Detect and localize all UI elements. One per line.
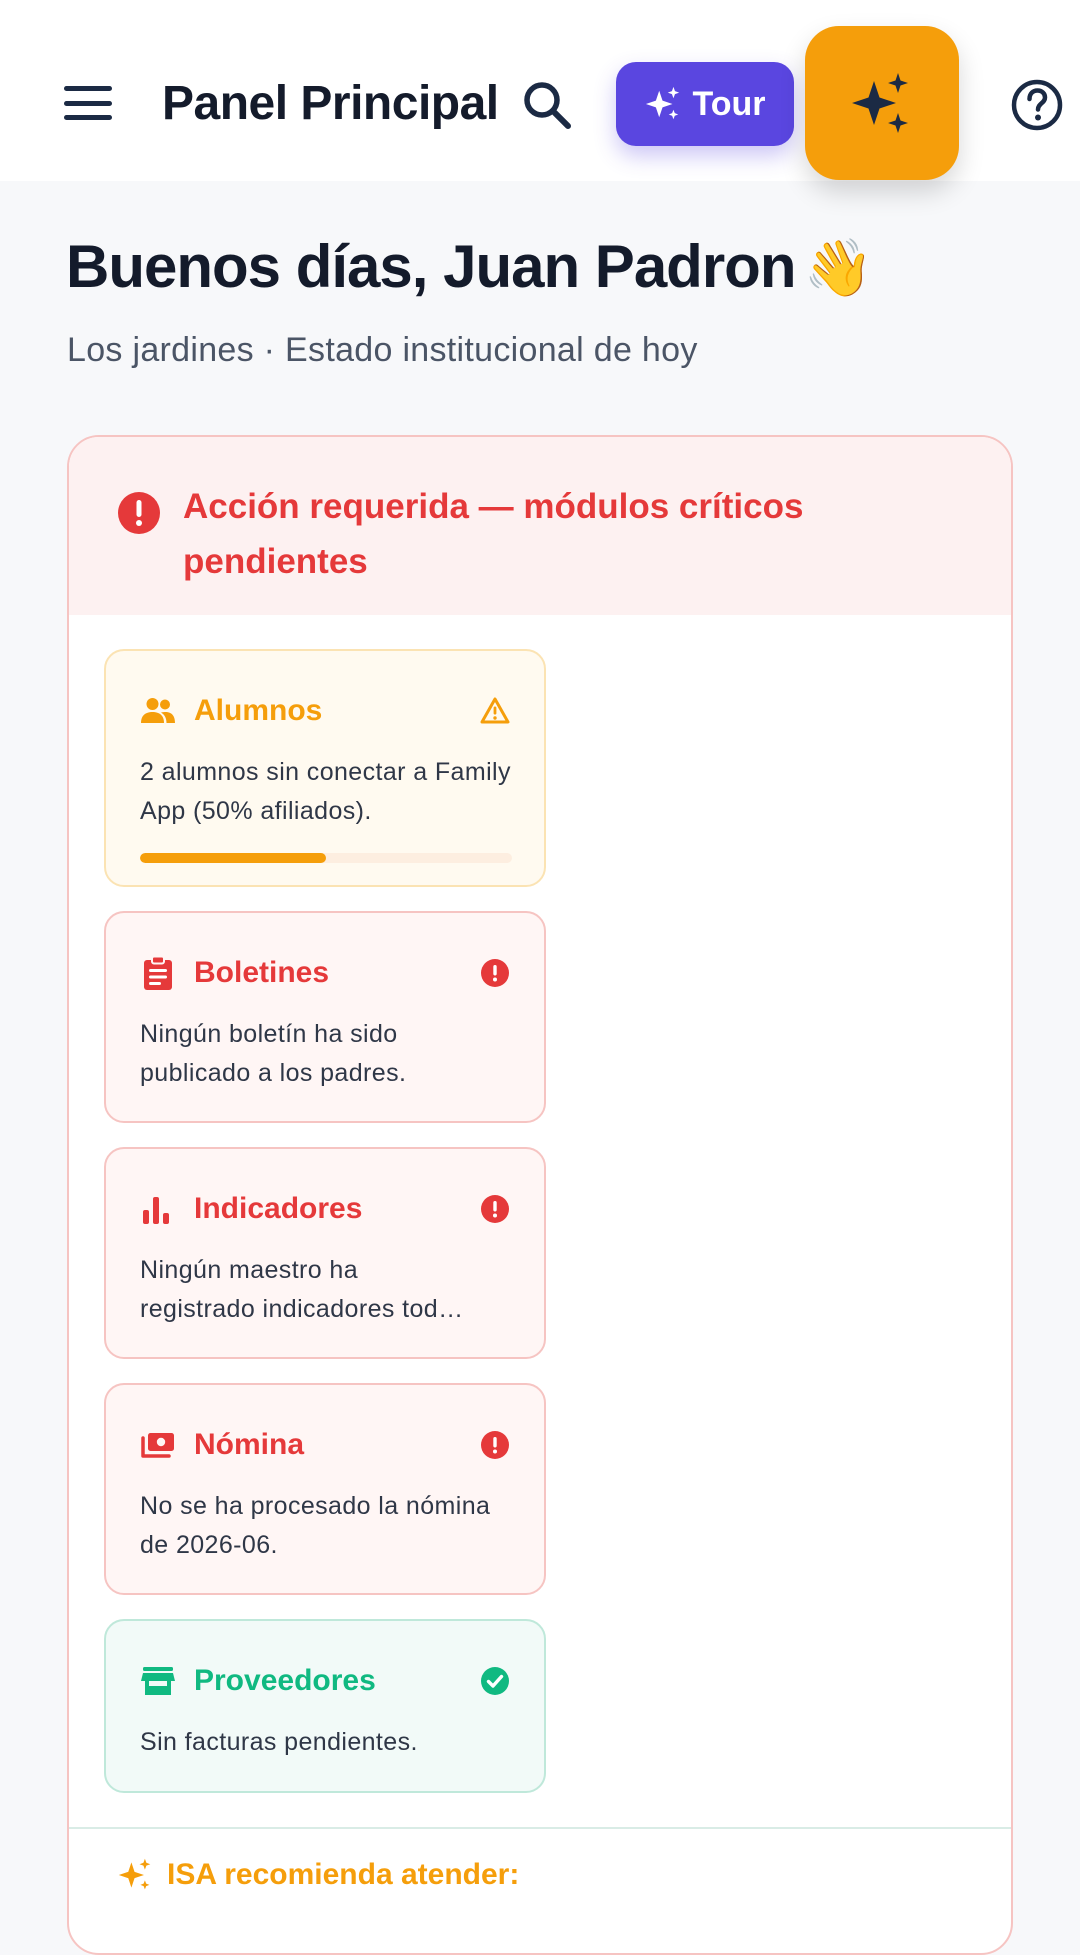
clipboard-icon	[144, 955, 172, 990]
card-description: Ningún boletín ha sido publicado a los p…	[140, 1020, 407, 1087]
progress-fill	[140, 853, 326, 863]
card-description: 2 alumnos sin conectar a Family App (50%…	[140, 758, 511, 825]
module-card-boletines[interactable]: Boletines Ningún boletín ha sido publica…	[104, 911, 546, 1123]
greeting-subtitle: Los jardines · Estado institucional de h…	[67, 331, 698, 369]
sparkle-icon	[118, 1858, 151, 1890]
sparkle-icon	[852, 73, 908, 133]
help-icon[interactable]	[1010, 78, 1064, 132]
bar-chart-icon	[143, 1197, 169, 1224]
store-icon	[141, 1667, 175, 1695]
top-app-bar: Panel Principal Tour	[0, 0, 1080, 181]
affiliation-progress-bar	[140, 853, 512, 863]
alert-icon	[118, 492, 160, 534]
check-circle-icon	[481, 1667, 509, 1695]
payments-icon	[141, 1433, 174, 1458]
module-card-indicadores[interactable]: Indicadores Ningún maestro ha registrado…	[104, 1147, 546, 1359]
isa-recommendation-header: ISA recomienda atender:	[117, 1857, 519, 1893]
card-description: No se ha procesado la nómina de 2026-06.	[140, 1492, 491, 1559]
card-title: Boletines	[194, 956, 330, 989]
waving-hand-emoji: 👋	[803, 236, 874, 299]
module-card-proveedores[interactable]: Proveedores Sin facturas pendientes.	[104, 1619, 546, 1793]
module-card-nomina[interactable]: Nómina No se ha procesado la nómina de 2…	[104, 1383, 546, 1595]
error-icon	[481, 959, 509, 987]
greeting-text: Buenos días, Juan Padron	[66, 233, 796, 300]
tour-button[interactable]: Tour	[616, 62, 794, 146]
card-title: Indicadores	[194, 1192, 363, 1225]
error-icon	[481, 1195, 509, 1223]
error-icon	[481, 1431, 509, 1459]
panel-header: Acción requerida — módulos críticos pend…	[69, 437, 1011, 615]
divider	[69, 1827, 1011, 1829]
card-description-line: Ningún maestro ha	[140, 1256, 359, 1284]
card-title: Alumnos	[194, 694, 323, 727]
isa-title: ISA recomienda atender:	[167, 1858, 520, 1891]
tour-button-label: Tour	[692, 84, 766, 123]
users-icon	[141, 698, 175, 723]
module-card-alumnos[interactable]: Alumnos 2 alumnos sin conectar a Family …	[104, 649, 546, 887]
action-required-panel: Acción requerida — módulos críticos pend…	[67, 435, 1013, 1955]
card-description: Ningún maestro ha registrado indicadores…	[140, 1251, 512, 1329]
card-description-line: registrado indicadores tod…	[140, 1295, 464, 1323]
panel-title: Acción requerida — módulos críticos pend…	[183, 487, 804, 581]
search-icon[interactable]	[518, 76, 578, 136]
page-title: Panel Principal	[162, 77, 499, 130]
card-title: Nómina	[194, 1428, 305, 1461]
ai-assistant-button[interactable]	[805, 26, 959, 180]
menu-icon[interactable]	[58, 78, 118, 128]
card-title: Proveedores	[194, 1664, 376, 1697]
greeting-heading: Buenos días, Juan Padron 👋	[66, 232, 874, 301]
sparkle-icon	[646, 86, 680, 120]
warning-icon	[480, 697, 510, 724]
card-description: Sin facturas pendientes.	[140, 1728, 418, 1756]
